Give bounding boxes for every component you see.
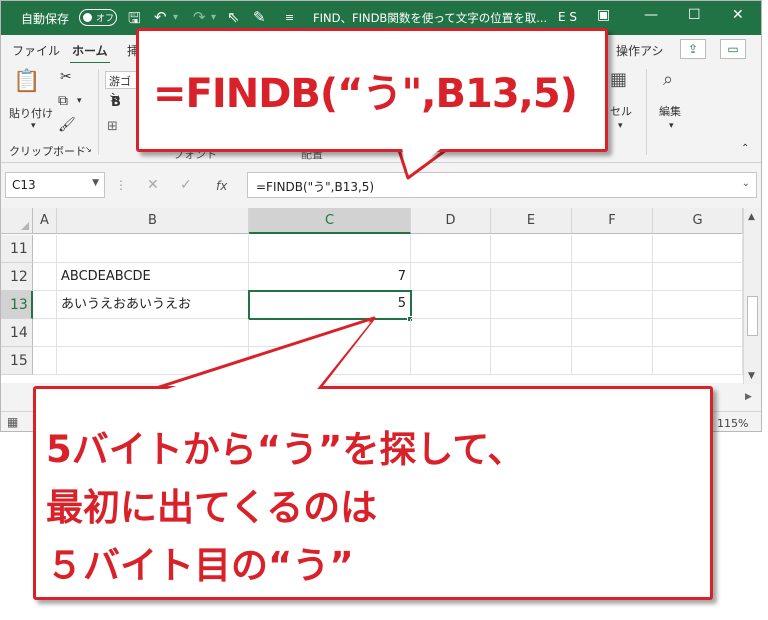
callout-tail-seams — [155, 144, 447, 393]
top-tail-seam — [401, 144, 447, 174]
bottom-tail-seam — [155, 322, 371, 393]
